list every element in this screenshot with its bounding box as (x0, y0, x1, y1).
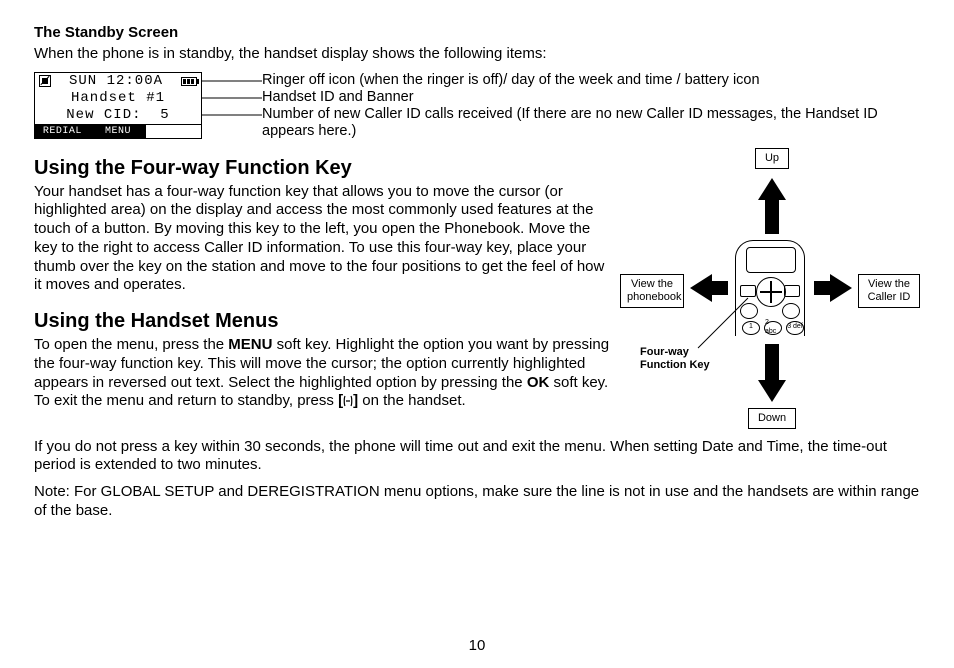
dpad-icon (756, 277, 786, 307)
softkey-right-icon (784, 285, 800, 297)
handset-illustration: 1 2 abc 3 def (735, 240, 805, 336)
page-number: 10 (0, 637, 954, 656)
key-2: 2 abc (764, 321, 782, 335)
menus-p1: To open the menu, press the MENU soft ke… (34, 336, 610, 411)
heading-fourway: Using the Four-way Function Key (34, 156, 610, 181)
lcd-line1-time: SUN 12:00A (69, 73, 163, 90)
talk-key-icon (740, 303, 758, 319)
callout-1: Ringer off icon (when the ringer is off)… (262, 72, 920, 89)
lcd-callout-block: SUN 12:00A Handset #1 New CID: 5 REDIAL … (34, 72, 920, 142)
callout-2: Handset ID and Banner (262, 89, 920, 106)
callout-3: Number of new Caller ID calls received (… (262, 106, 920, 140)
leader-lines (202, 72, 262, 142)
lcd-softkeys: REDIAL MENU (35, 124, 201, 138)
lcd-line2: Handset #1 (35, 90, 201, 107)
softkey-redial: REDIAL (35, 124, 90, 138)
softkey-menu: MENU (90, 124, 146, 138)
fourway-diagram: Up Down View thephonebook View theCaller… (620, 148, 920, 438)
lcd-screen: SUN 12:00A Handset #1 New CID: 5 REDIAL … (34, 72, 202, 139)
key-1: 1 (742, 321, 760, 335)
end-key-icon (343, 395, 353, 407)
battery-icon (181, 77, 197, 86)
heading-standby: The Standby Screen (34, 24, 920, 43)
key-3: 3 def (786, 321, 804, 335)
end-key-shape-icon (782, 303, 800, 319)
menus-p3: Note: For GLOBAL SETUP and DEREGISTRATIO… (34, 483, 920, 521)
ringer-off-icon (39, 75, 51, 87)
handset-screen-icon (746, 247, 796, 273)
softkey-left-icon (740, 285, 756, 297)
lcd-line3: New CID: 5 (35, 107, 201, 124)
standby-intro: When the phone is in standby, the handse… (34, 45, 920, 64)
fourway-body: Your handset has a four-way function key… (34, 183, 610, 296)
menus-p2: If you do not press a key within 30 seco… (34, 438, 920, 476)
heading-menus: Using the Handset Menus (34, 309, 610, 334)
